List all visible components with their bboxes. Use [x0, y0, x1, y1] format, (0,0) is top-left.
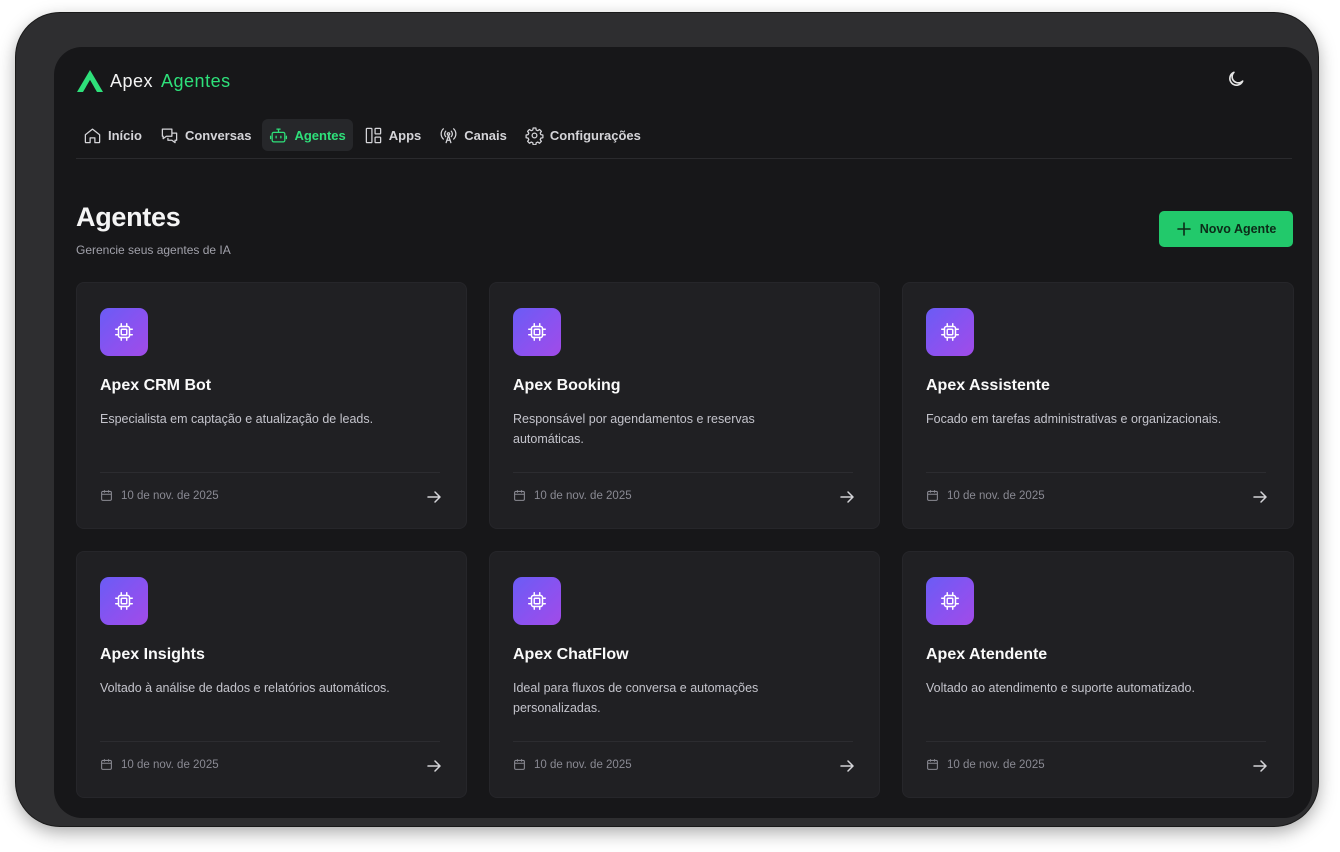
agent-avatar [513, 577, 561, 625]
page-subtitle: Gerencie seus agentes de IA [76, 243, 231, 257]
app-screen: Apex Agentes Início Conversas Agentes Ap… [54, 47, 1312, 818]
agent-avatar [513, 308, 561, 356]
nav-label: Canais [464, 127, 507, 143]
card-divider [100, 472, 440, 473]
chat-icon [161, 128, 178, 143]
agent-name: Apex Atendente [926, 646, 1048, 663]
nav-item-configuracoes[interactable]: Configurações [518, 119, 648, 151]
card-divider [513, 741, 853, 742]
plus-icon [1176, 222, 1191, 236]
agent-date: 10 de nov. de 2025 [100, 489, 219, 502]
nav-label: Início [108, 127, 142, 143]
agent-date-text: 10 de nov. de 2025 [947, 758, 1045, 771]
agent-name: Apex Insights [100, 646, 205, 663]
gear-icon [525, 126, 544, 145]
agent-name: Apex Assistente [926, 377, 1050, 394]
agent-card[interactable]: Apex Assistente Focado em tarefas admini… [902, 282, 1294, 529]
agent-description: Responsável por agendamentos e reservas … [513, 412, 755, 446]
agent-description: Voltado à análise de dados e relatórios … [100, 681, 390, 695]
arrow-right-icon[interactable] [838, 757, 856, 775]
chip-icon [528, 323, 546, 341]
device-frame: Apex Agentes Início Conversas Agentes Ap… [16, 13, 1318, 826]
nav-item-canais[interactable]: Canais [432, 119, 514, 151]
antenna-icon [440, 127, 457, 143]
nav-label: Apps [388, 127, 422, 143]
chip-icon [115, 323, 133, 341]
agent-avatar [100, 577, 148, 625]
card-divider [513, 472, 853, 473]
chip-icon [115, 592, 133, 610]
agent-date: 10 de nov. de 2025 [926, 758, 1045, 771]
card-divider [926, 472, 1266, 473]
agent-date: 10 de nov. de 2025 [926, 489, 1045, 502]
agent-date-text: 10 de nov. de 2025 [534, 758, 632, 771]
agent-card[interactable]: Apex CRM Bot Especialista em captação e … [76, 282, 467, 529]
nav-item-conversas[interactable]: Conversas [153, 119, 258, 151]
page-title: Agentes [76, 202, 181, 232]
arrow-right-icon[interactable] [425, 488, 443, 506]
nav-divider [76, 158, 1292, 159]
calendar-icon [101, 490, 112, 501]
agent-card[interactable]: Apex Atendente Voltado ao atendimento e … [902, 551, 1294, 798]
arrow-right-icon[interactable] [838, 488, 856, 506]
apps-icon [365, 127, 381, 143]
card-divider [100, 741, 440, 742]
chip-icon [528, 592, 546, 610]
arrow-right-icon[interactable] [1251, 757, 1269, 775]
chip-icon [941, 592, 959, 610]
agent-card[interactable]: Apex Insights Voltado à análise de dados… [76, 551, 467, 798]
arrow-right-icon[interactable] [1251, 488, 1269, 506]
agent-description: Ideal para fluxos de conversa e automaçõ… [513, 681, 759, 715]
agent-avatar [926, 577, 974, 625]
agent-avatar [926, 308, 974, 356]
main-nav: Início Conversas Agentes Apps Canais Con… [76, 119, 648, 151]
agent-date: 10 de nov. de 2025 [513, 489, 632, 502]
arrow-right-icon[interactable] [425, 757, 443, 775]
calendar-icon [927, 759, 938, 770]
new-agent-label: Novo Agente [1199, 222, 1277, 236]
agent-name: Apex Booking [513, 377, 621, 394]
agent-card[interactable]: Apex ChatFlow Ideal para fluxos de conve… [489, 551, 880, 798]
agent-card[interactable]: Apex Booking Responsável por agendamento… [489, 282, 880, 529]
agent-date-text: 10 de nov. de 2025 [121, 489, 219, 502]
calendar-icon [101, 759, 112, 770]
nav-item-agentes[interactable]: Agentes [262, 119, 353, 151]
nav-label: Agentes [294, 127, 346, 143]
nav-label: Configurações [549, 127, 641, 143]
nav-item-apps[interactable]: Apps [357, 119, 429, 151]
calendar-icon [927, 490, 938, 501]
bot-icon [270, 128, 288, 142]
chip-icon [941, 323, 959, 341]
card-divider [926, 741, 1266, 742]
app-logo[interactable]: Apex Agentes [76, 69, 231, 93]
agent-description: Voltado ao atendimento e suporte automat… [926, 681, 1195, 695]
brand-accent: Agentes [161, 70, 231, 91]
agent-name: Apex CRM Bot [100, 377, 212, 394]
brand-name: Apex [110, 70, 154, 91]
theme-toggle-button[interactable] [1224, 67, 1248, 91]
agent-date: 10 de nov. de 2025 [513, 758, 632, 771]
new-agent-button[interactable]: Novo Agente [1159, 211, 1293, 247]
agent-avatar [100, 308, 148, 356]
home-icon [84, 128, 101, 143]
calendar-icon [514, 759, 525, 770]
agent-name: Apex ChatFlow [513, 646, 629, 663]
moon-icon [1229, 71, 1244, 86]
agent-description: Focado em tarefas administrativas e orga… [926, 412, 1222, 426]
agent-date-text: 10 de nov. de 2025 [534, 489, 632, 502]
agent-date-text: 10 de nov. de 2025 [947, 489, 1045, 502]
nav-item-inicio[interactable]: Início [76, 119, 149, 151]
calendar-icon [514, 490, 525, 501]
agent-grid: Apex CRM Bot Especialista em captação e … [76, 282, 1294, 798]
agent-date: 10 de nov. de 2025 [100, 758, 219, 771]
apex-logo-icon [77, 70, 103, 92]
agent-date-text: 10 de nov. de 2025 [121, 758, 219, 771]
nav-label: Conversas [184, 127, 252, 143]
agent-description: Especialista em captação e atualização d… [100, 412, 374, 426]
